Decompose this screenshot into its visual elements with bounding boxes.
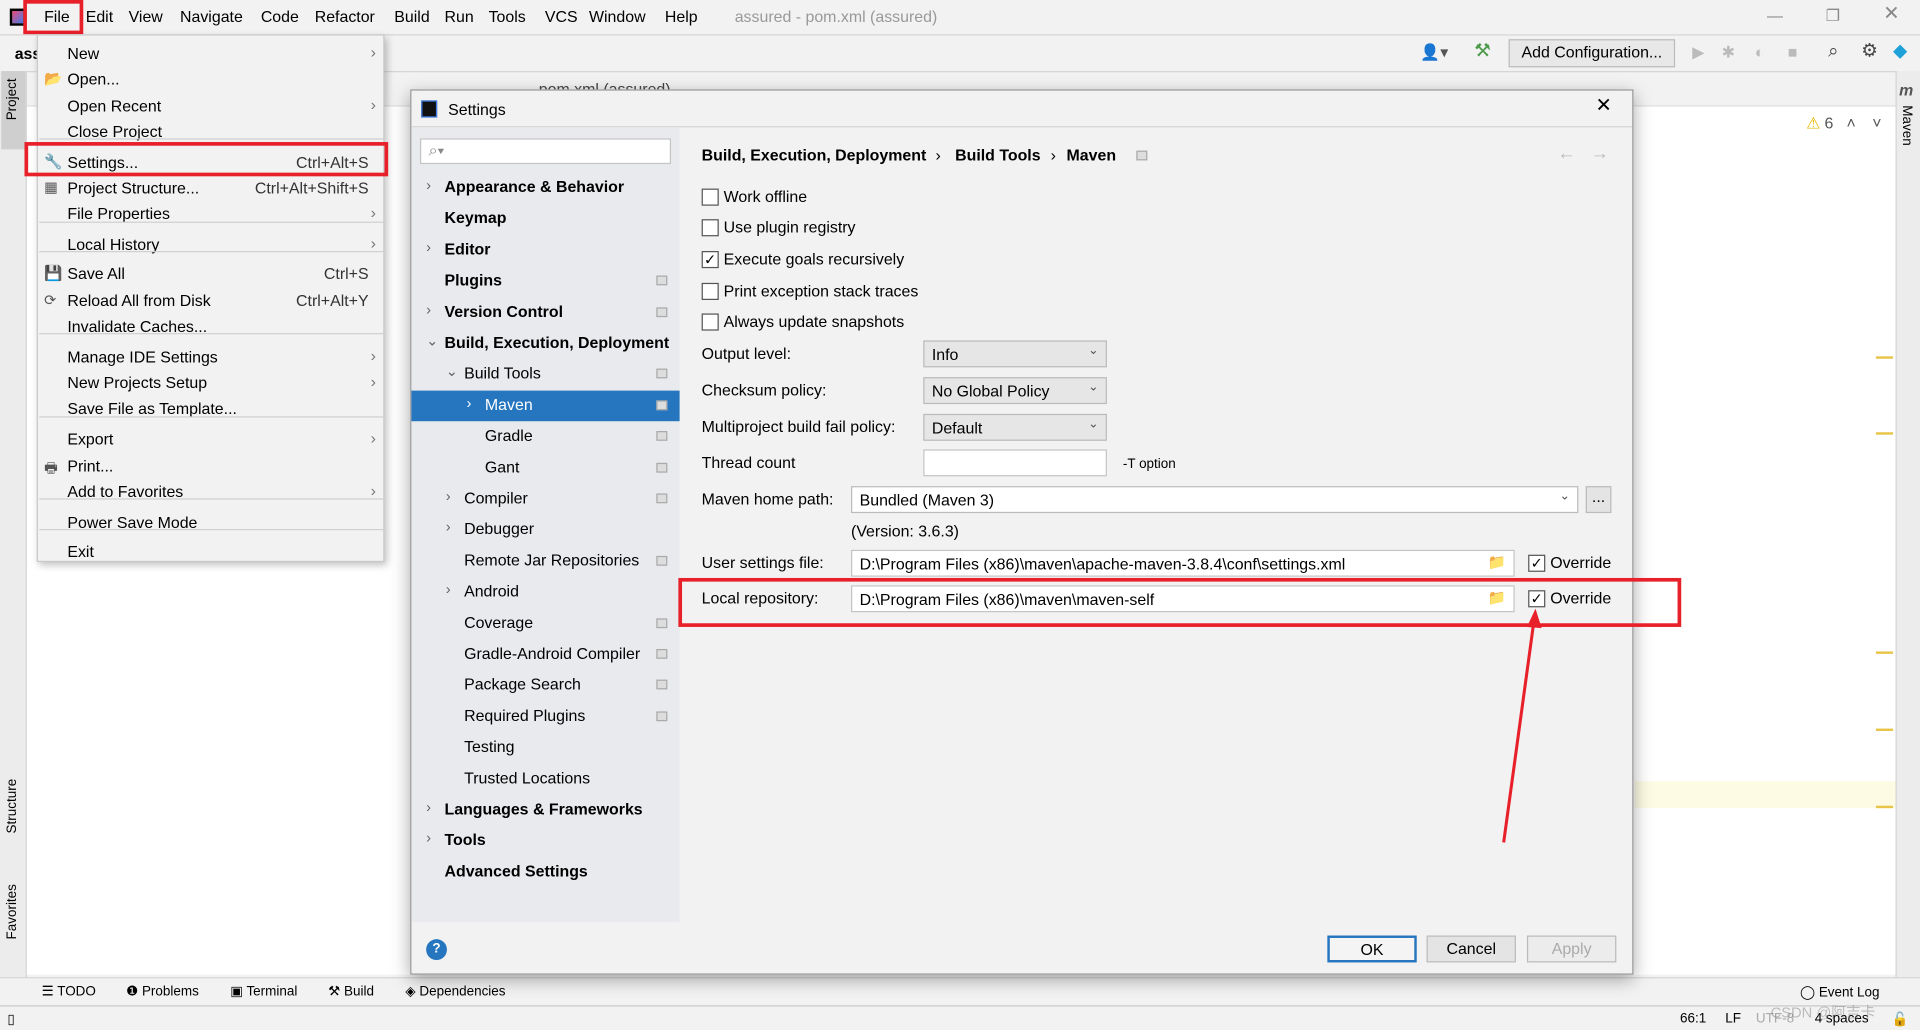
ide-window: File Edit View Navigate Code Refactor Build Run… (0, 0, 1920, 1030)
arrow-shaft (1502, 618, 1536, 843)
annotation-arrow (1502, 608, 1542, 843)
arrow-head (1526, 608, 1542, 629)
